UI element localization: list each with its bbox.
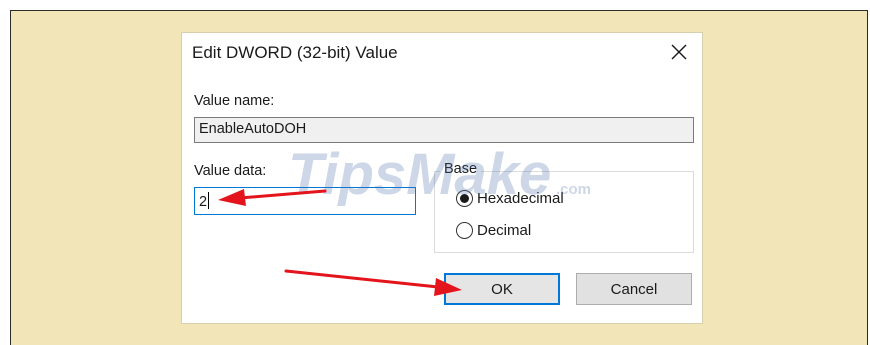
cancel-button[interactable]: Cancel bbox=[576, 273, 692, 305]
close-icon bbox=[671, 44, 687, 60]
ok-button[interactable]: OK bbox=[444, 273, 560, 305]
radio-decimal-indicator bbox=[456, 222, 473, 239]
value-data-input[interactable]: 2 bbox=[194, 187, 416, 215]
value-name-label: Value name: bbox=[194, 93, 275, 109]
value-data-label: Value data: bbox=[194, 163, 267, 179]
radio-hexadecimal-label: Hexadecimal bbox=[477, 190, 564, 207]
base-groupbox bbox=[434, 171, 694, 253]
text-caret bbox=[208, 192, 210, 209]
value-name-field[interactable]: EnableAutoDOH bbox=[194, 117, 694, 143]
radio-hexadecimal-indicator bbox=[456, 190, 473, 207]
edit-dword-dialog: Edit DWORD (32-bit) Value Value name: En… bbox=[182, 33, 702, 323]
value-data-text: 2 bbox=[199, 194, 208, 210]
radio-decimal[interactable]: Decimal bbox=[456, 222, 531, 239]
dialog-title: Edit DWORD (32-bit) Value bbox=[192, 43, 398, 62]
base-group-label: Base bbox=[440, 161, 482, 177]
radio-decimal-label: Decimal bbox=[477, 222, 532, 239]
close-button[interactable] bbox=[666, 39, 692, 65]
radio-hexadecimal[interactable]: Hexadecimal bbox=[456, 190, 564, 207]
